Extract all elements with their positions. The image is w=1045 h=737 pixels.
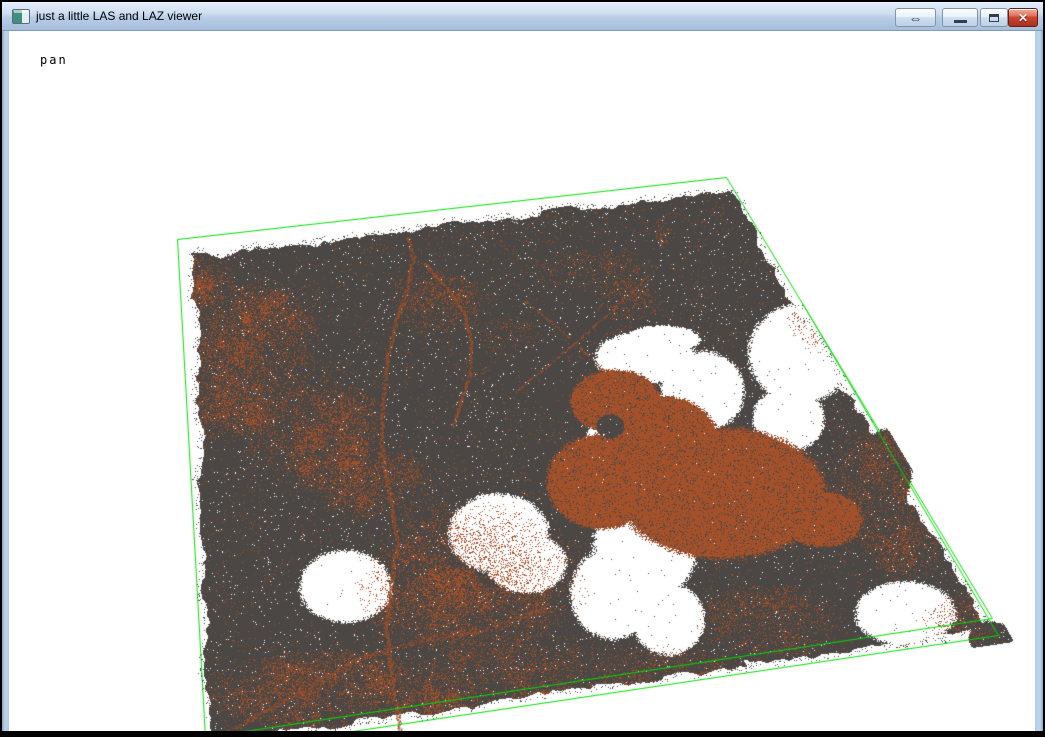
resize-border-right[interactable] [1035,31,1043,731]
pointcloud-canvas[interactable] [9,31,1035,731]
maximize-icon [989,14,999,22]
titlebar[interactable]: just a little LAS and LAZ viewer ⇔ ✕ [2,2,1043,31]
resize-border-left[interactable] [2,31,9,731]
close-button[interactable]: ✕ [1008,8,1038,27]
minimize-button[interactable] [942,8,978,27]
resize-horizontal-icon: ⇔ [909,11,923,25]
close-icon: ✕ [1018,12,1028,24]
app-icon [12,9,30,24]
window-title: just a little LAS and LAZ viewer [36,2,202,30]
maximize-button[interactable] [980,8,1008,27]
pan-mode-label: pan [40,53,68,67]
window-body: pan [2,31,1043,731]
resize-horizontal-button[interactable]: ⇔ [895,8,936,27]
minimize-icon [954,20,967,23]
app-window: just a little LAS and LAZ viewer ⇔ ✕ pan [2,2,1043,731]
gl-viewport[interactable]: pan [9,31,1035,731]
screen: just a little LAS and LAZ viewer ⇔ ✕ pan [0,0,1045,737]
